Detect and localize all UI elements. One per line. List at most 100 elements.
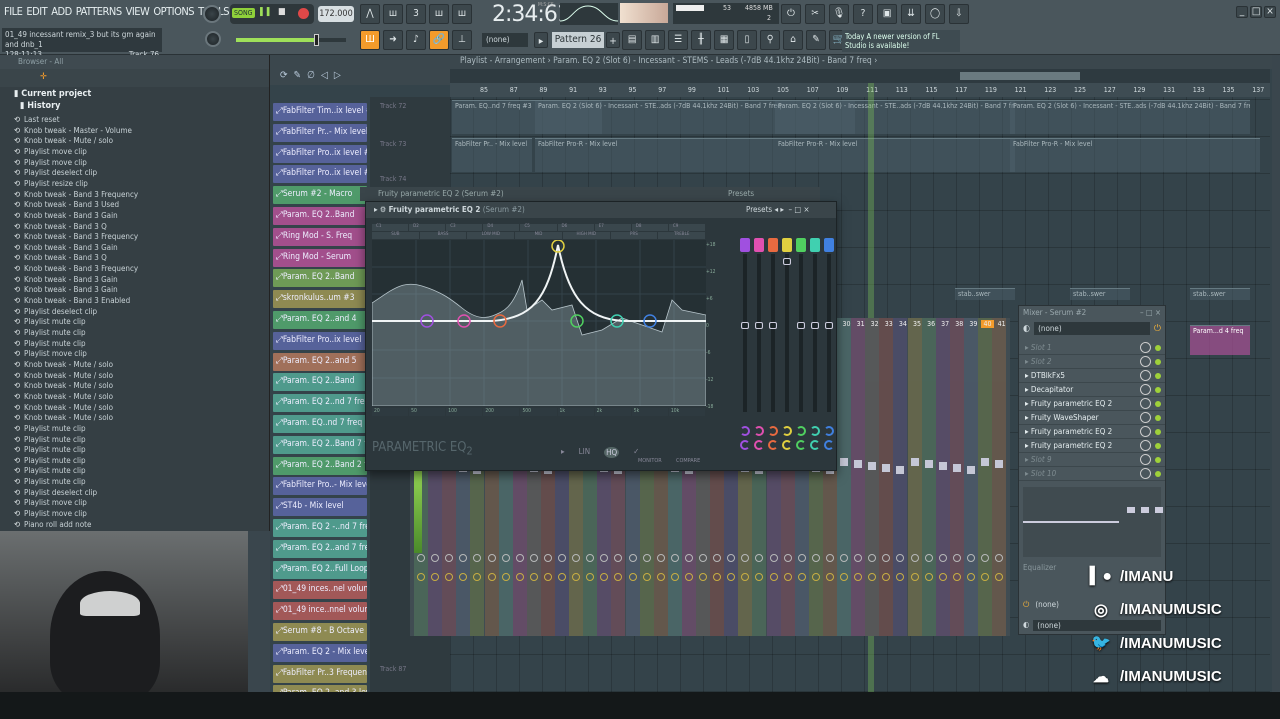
clip-source-item[interactable]: ⤢Param. EQ 2 - Mix level [273, 643, 367, 662]
channel-rack-icon[interactable]: ☰ [668, 30, 688, 50]
piano-roll-icon[interactable]: ▥ [645, 30, 665, 50]
history-item[interactable]: Playlist move clip [14, 509, 87, 518]
pan-knob[interactable] [628, 573, 637, 581]
send-knob[interactable] [558, 554, 566, 562]
slide-button[interactable]: ♪ [406, 30, 426, 50]
send-knob[interactable] [783, 554, 792, 562]
history-item[interactable]: Playlist mute clip [14, 339, 86, 348]
slot-mix-knob[interactable] [1140, 384, 1151, 395]
send-knob[interactable] [699, 554, 707, 562]
pan-knob[interactable] [840, 573, 848, 581]
mixer-strip[interactable] [893, 318, 908, 636]
band-gain-fader[interactable] [743, 254, 747, 412]
menu-file[interactable]: FILE [4, 5, 23, 18]
send-knob[interactable] [741, 554, 750, 562]
check-icon[interactable]: ✓ [633, 447, 639, 458]
pan-knob[interactable] [642, 573, 651, 581]
power-icon[interactable]: ⏻ [781, 4, 801, 24]
send-knob[interactable] [727, 554, 736, 562]
band-gain-fader[interactable] [799, 254, 803, 412]
pan-knob[interactable] [459, 573, 468, 581]
insert-slot[interactable]: ▸ Slot 10 [1019, 467, 1165, 481]
history-item[interactable]: Piano roll add note [14, 520, 91, 529]
clip-source-item[interactable]: ⤢Param. EQ 2..and 4 [273, 310, 367, 329]
input-select[interactable]: (none) [1034, 322, 1150, 335]
add-pattern-button[interactable]: + [606, 32, 620, 48]
insert-slot[interactable]: ▸ Slot 1 [1019, 341, 1165, 355]
band-width-knob[interactable] [754, 440, 764, 450]
mixer-fader[interactable] [896, 466, 905, 474]
eq-fader[interactable] [1155, 507, 1163, 513]
slot-mix-knob[interactable] [1140, 370, 1151, 381]
mixer-fader[interactable] [995, 460, 1004, 468]
folder-history[interactable]: ▮ History [20, 101, 60, 111]
mixer-fader[interactable] [966, 466, 975, 474]
clip-source-item[interactable]: ⤢FabFilter Pro..ix level [273, 331, 367, 350]
mixer-track-number[interactable]: 36 [925, 320, 938, 328]
pan-knob[interactable] [543, 573, 552, 581]
master-volume-knob[interactable] [203, 5, 221, 23]
band-freq-knob[interactable] [768, 426, 778, 436]
mixer-strip[interactable] [992, 318, 1007, 636]
download-icon[interactable]: ⇩ [949, 4, 969, 24]
mixer-icon[interactable]: ╫ [691, 30, 711, 50]
insert-title[interactable]: Mixer - Serum #2– □ × [1019, 306, 1165, 320]
clip-source-item[interactable]: ⤢FabFilter Pr..3 Frequency [273, 664, 367, 683]
mixer-strip[interactable] [851, 318, 866, 636]
clip-source-item[interactable]: ⤢01_49 ince..nnel volume [273, 602, 367, 621]
pan-knob[interactable] [896, 573, 905, 581]
minimize-button[interactable]: _ [1236, 6, 1248, 18]
band-select-button[interactable] [796, 238, 806, 252]
band-width-knob[interactable] [824, 440, 834, 450]
pan-knob[interactable] [473, 573, 482, 581]
clip-source-item[interactable]: ⤢Ring Mod - S. Freq [273, 227, 367, 246]
slot-enable-led[interactable] [1155, 373, 1161, 379]
band-width-knob[interactable] [740, 440, 750, 450]
link-button[interactable]: 🔗 [429, 30, 449, 50]
pan-knob[interactable] [684, 573, 693, 581]
send-knob[interactable] [459, 554, 468, 562]
pan-knob[interactable] [882, 573, 891, 581]
eq-fader[interactable] [1127, 507, 1135, 513]
band-freq-knob[interactable] [754, 426, 764, 436]
history-item[interactable]: Playlist mute clip [14, 466, 86, 475]
send-knob[interactable] [642, 554, 651, 562]
fader-handle[interactable] [755, 322, 763, 329]
record-button[interactable] [298, 8, 309, 19]
slot-enable-led[interactable] [1155, 401, 1161, 407]
insert-eq-graph[interactable] [1023, 487, 1163, 557]
history-item[interactable]: Knob tweak - Band 3 Q [14, 222, 107, 231]
mixer-fader[interactable] [882, 464, 891, 472]
clip-source-item[interactable]: ⤢Ring Mod - Serum [273, 248, 367, 267]
history-item[interactable]: Knob tweak - Mute / solo [14, 360, 113, 369]
slot-mix-knob[interactable] [1140, 468, 1151, 479]
mixer-fader[interactable] [952, 464, 961, 472]
mixer-strip[interactable] [935, 318, 950, 636]
send-knob[interactable] [938, 554, 947, 562]
clip-source-item[interactable]: ⤢Serum #8 - B Octave [273, 622, 367, 641]
pan-knob[interactable] [614, 573, 623, 581]
metronome-button[interactable]: ⋀ [360, 4, 380, 24]
pan-knob[interactable] [938, 573, 947, 581]
history-item[interactable]: Knob tweak - Band 3 Gain [14, 285, 118, 294]
send-knob[interactable] [670, 554, 679, 562]
history-item[interactable]: Playlist move clip [14, 158, 87, 167]
pan-knob[interactable] [769, 573, 778, 581]
timeline-ruler[interactable]: 85 87 89 91 93 95 97 99 101 103 105 107 109 111 113 115… [450, 83, 1270, 97]
send-knob[interactable] [572, 554, 581, 562]
loop-record-button[interactable]: ш [452, 4, 472, 24]
band-select-button[interactable] [768, 238, 778, 252]
send-knob[interactable] [501, 554, 510, 562]
slot-enable-led[interactable] [1155, 471, 1161, 477]
slot-enable-led[interactable] [1155, 387, 1161, 393]
history-item[interactable]: Knob tweak - Band 3 Frequency [14, 232, 138, 241]
history-item[interactable]: Playlist mute clip [14, 456, 86, 465]
band-gain-fader[interactable] [827, 254, 831, 412]
playlist-icon[interactable]: ▤ [622, 30, 642, 50]
clip-source-item[interactable]: ⤢Param. EQ..nd 7 freq [273, 414, 367, 433]
send-knob[interactable] [600, 554, 609, 562]
history-item[interactable]: Knob tweak - Master - Volume [14, 126, 132, 135]
pan-knob[interactable] [825, 573, 834, 581]
band-select-button[interactable] [740, 238, 750, 252]
insert-slot[interactable]: ▸ Slot 9 [1019, 453, 1165, 467]
